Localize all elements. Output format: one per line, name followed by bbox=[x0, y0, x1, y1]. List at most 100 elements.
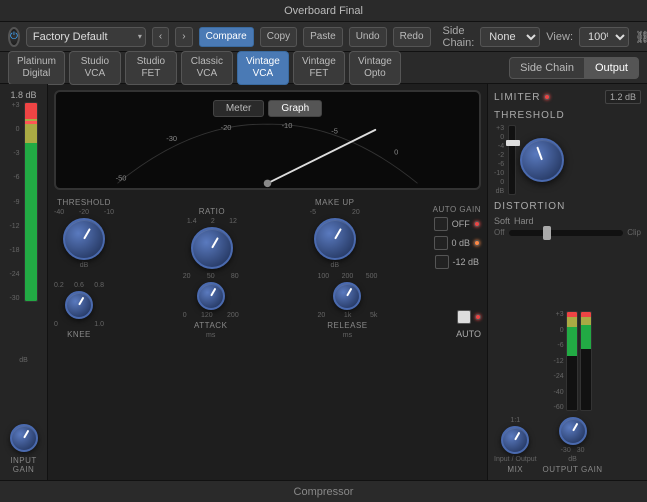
svg-text:-5: -5 bbox=[331, 127, 338, 136]
release-label: RELEASE bbox=[327, 321, 367, 330]
threshold-label: THRESHOLD bbox=[57, 198, 111, 207]
input-vu-meter bbox=[24, 102, 38, 302]
tab-vintage-opto[interactable]: VintageOpto bbox=[349, 51, 401, 85]
limiter-label: LIMITER bbox=[494, 92, 540, 103]
release-unit: ms bbox=[343, 332, 352, 339]
output-output-button[interactable]: Output bbox=[585, 57, 639, 79]
copy-button[interactable]: Copy bbox=[260, 27, 297, 47]
tab-studio-vca[interactable]: StudioVCA bbox=[69, 51, 121, 85]
ratio-group: RATIO 1.4 2 12 bbox=[187, 207, 237, 269]
threshold-fader[interactable] bbox=[508, 125, 516, 195]
distortion-label: DISTORTION bbox=[494, 201, 565, 212]
mix-label: MIX bbox=[507, 465, 523, 474]
input-gain-value: 1.8 dB bbox=[10, 90, 36, 100]
redo-button[interactable]: Redo bbox=[393, 27, 431, 47]
svg-text:-10: -10 bbox=[282, 121, 293, 130]
nav-back-button[interactable]: ‹ bbox=[152, 27, 169, 47]
vu-green-zone bbox=[25, 143, 37, 301]
paste-button[interactable]: Paste bbox=[303, 27, 343, 47]
distortion-section: DISTORTION Soft Hard Off Clip bbox=[494, 201, 641, 237]
preset-tabs-row: PlatinumDigital StudioVCA StudioFET Clas… bbox=[0, 52, 647, 84]
plugin-name: Compressor bbox=[294, 486, 354, 498]
tab-vintage-vca[interactable]: VintageVCA bbox=[237, 51, 289, 85]
power-icon: ⏻ bbox=[10, 31, 18, 42]
window-title: Overboard Final bbox=[284, 5, 363, 17]
dist-clip: Clip bbox=[627, 228, 641, 237]
svg-text:0: 0 bbox=[394, 147, 398, 156]
threshold-db: dB bbox=[80, 262, 89, 269]
auto-label: AUTO bbox=[456, 329, 481, 339]
auto-gain-led-1 bbox=[474, 221, 480, 227]
auto-checkbox-group: AUTO bbox=[456, 310, 481, 339]
knee-knob[interactable] bbox=[65, 291, 93, 319]
knobs-row-top: THRESHOLD -40 -20 -10 dB RATIO 1.4 2 12 bbox=[54, 198, 481, 269]
auto-gain-0db-checkbox[interactable] bbox=[434, 236, 448, 250]
distortion-slider-thumb[interactable] bbox=[543, 226, 551, 240]
auto-gain-group: AUTO GAIN OFF 0 dB -12 dB bbox=[433, 205, 481, 269]
mix-output-label: Output bbox=[516, 456, 537, 463]
svg-text:-30: -30 bbox=[166, 134, 177, 143]
ratio-label: RATIO bbox=[199, 207, 225, 216]
output-gain-knob[interactable] bbox=[559, 417, 587, 445]
dist-soft: Soft bbox=[494, 216, 510, 226]
compare-button[interactable]: Compare bbox=[199, 27, 254, 47]
mix-knob[interactable] bbox=[501, 426, 529, 454]
auto-gain-led-2 bbox=[474, 240, 480, 246]
threshold-fader-thumb[interactable] bbox=[506, 140, 520, 146]
right-panel: LIMITER 1.2 dB THRESHOLD +3 0 -4 -2 -6 -… bbox=[487, 84, 647, 480]
input-gain-knob[interactable] bbox=[10, 424, 38, 452]
sidechain-output-button[interactable]: Side Chain bbox=[509, 57, 585, 79]
mix-input: Input bbox=[494, 456, 510, 463]
tab-platinum-digital[interactable]: PlatinumDigital bbox=[8, 51, 65, 85]
makeup-group: MAKE UP -5 20 dB bbox=[310, 198, 360, 269]
threshold-section: THRESHOLD +3 0 -4 -2 -6 -10 0 dB bbox=[494, 110, 641, 195]
threshold-right-knob[interactable] bbox=[520, 138, 564, 182]
attack-group: 20 50 80 0 120 200 ATTACK ms bbox=[183, 273, 239, 339]
preset-select[interactable]: Factory Default bbox=[26, 27, 146, 47]
tab-studio-fet[interactable]: StudioFET bbox=[125, 51, 177, 85]
output-gain-group: +3 0 -6 -12 -24 -40 -60 bbox=[543, 311, 603, 474]
auto-gain-label: AUTO GAIN bbox=[433, 205, 481, 214]
distortion-slider[interactable] bbox=[509, 230, 624, 236]
release-group: 100 200 500 20 1k 5k RELEASE ms bbox=[317, 273, 377, 339]
auto-gain-0db-label: 0 dB bbox=[452, 238, 471, 248]
threshold-right-label: THRESHOLD bbox=[494, 110, 565, 121]
release-knob[interactable] bbox=[333, 282, 361, 310]
link-icon[interactable]: ⛓ bbox=[635, 30, 647, 44]
vu-peak-marker bbox=[24, 121, 37, 124]
limiter-value: 1.2 dB bbox=[605, 90, 641, 104]
undo-button[interactable]: Undo bbox=[349, 27, 387, 47]
output-gain-label: OUTPUT GAIN bbox=[543, 465, 603, 474]
output-meter-right bbox=[580, 311, 592, 411]
output-gain-db: dB bbox=[568, 456, 577, 463]
auto-gain-12db-checkbox[interactable] bbox=[435, 255, 449, 269]
makeup-db: dB bbox=[330, 262, 339, 269]
makeup-knob[interactable] bbox=[314, 218, 356, 260]
sidechain-select[interactable]: None bbox=[480, 27, 540, 47]
input-gain-strip: 1.8 dB +3 0 -3 -6 -9 -12 -18 -24 -30 bbox=[0, 84, 48, 480]
limiter-header: LIMITER 1.2 dB bbox=[494, 90, 641, 104]
svg-text:-50: -50 bbox=[116, 174, 127, 183]
title-bar: Overboard Final bbox=[0, 0, 647, 22]
preset-wrapper: Factory Default ▾ bbox=[26, 27, 146, 47]
vu-needle-svg: -50 -30 -20 -10 -5 0 bbox=[56, 113, 479, 188]
center-area: Meter Graph -50 -30 -20 -10 -5 0 bbox=[48, 84, 487, 480]
tab-classic-vca[interactable]: ClassicVCA bbox=[181, 51, 233, 85]
view-select[interactable]: 100% bbox=[579, 27, 629, 47]
knee-group: 0.2 0.6 0.8 0 1.0 KNEE bbox=[54, 282, 104, 339]
knobs-row-bottom: 0.2 0.6 0.8 0 1.0 KNEE 20 50 80 bbox=[54, 273, 481, 339]
nav-fwd-button[interactable]: › bbox=[175, 27, 192, 47]
dist-off: Off bbox=[494, 228, 505, 237]
threshold-knob[interactable] bbox=[63, 218, 105, 260]
ratio-knob[interactable] bbox=[191, 227, 233, 269]
svg-text:-20: -20 bbox=[221, 123, 232, 132]
attack-unit: ms bbox=[206, 332, 215, 339]
tab-vintage-fet[interactable]: VintageFET bbox=[293, 51, 345, 85]
mix-output-section: 1:1 Input / Output MIX +3 0 -6 -12 bbox=[494, 311, 641, 474]
auto-checkbox[interactable] bbox=[457, 310, 471, 324]
auto-gain-off-checkbox[interactable] bbox=[434, 217, 448, 231]
attack-knob[interactable] bbox=[197, 282, 225, 310]
output-button-group: Side Chain Output bbox=[509, 57, 639, 79]
vu-display: Meter Graph -50 -30 -20 -10 -5 0 bbox=[54, 90, 481, 190]
power-button[interactable]: ⏻ bbox=[8, 27, 20, 47]
